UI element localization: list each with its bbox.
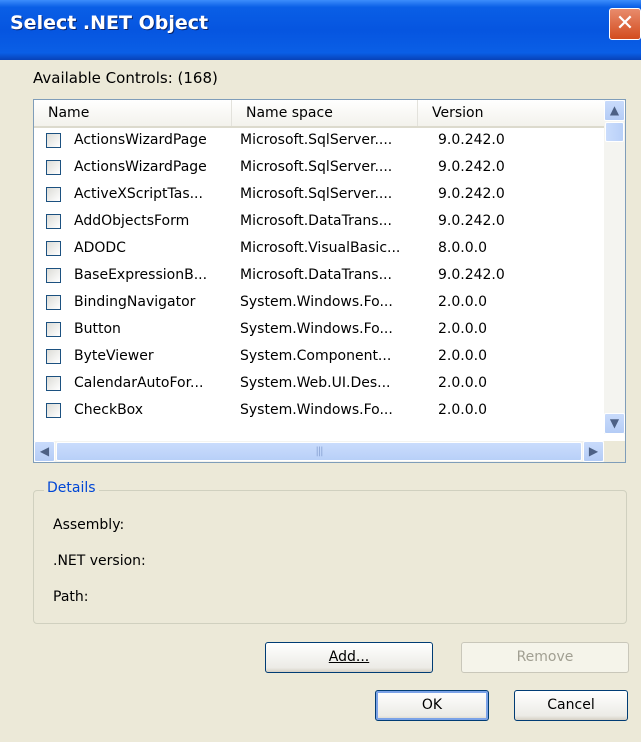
item-checkbox[interactable]: [46, 295, 61, 310]
list-item[interactable]: BindingNavigator System.Windows.Fo... 2.0.…: [34, 290, 604, 317]
item-checkbox[interactable]: [46, 349, 61, 364]
vertical-scrollbar[interactable]: ▲ ▼: [604, 100, 625, 434]
item-name: CalendarAutoFor...: [74, 375, 204, 391]
window-title: Select .NET Object: [10, 12, 209, 34]
ok-button[interactable]: OK: [375, 690, 489, 721]
item-checkbox[interactable]: [46, 187, 61, 202]
path-label: Path:: [53, 589, 89, 605]
item-checkbox[interactable]: [46, 403, 61, 418]
item-namespace: Microsoft.SqlServer....: [240, 159, 393, 175]
item-namespace: System.Windows.Fo...: [240, 402, 393, 418]
item-checkbox[interactable]: [46, 214, 61, 229]
close-icon: ✕: [615, 11, 635, 36]
item-checkbox[interactable]: [46, 376, 61, 391]
item-version: 9.0.242.0: [438, 267, 505, 283]
item-namespace: Microsoft.SqlServer....: [240, 186, 393, 202]
item-name: ADODC: [74, 240, 126, 256]
item-version: 2.0.0.0: [438, 375, 487, 391]
list-item[interactable]: ADODC Microsoft.VisualBasic... 8.0.0.0: [34, 236, 604, 263]
item-namespace: Microsoft.DataTrans...: [240, 267, 392, 283]
item-name: ActiveXScriptTas...: [74, 186, 203, 202]
cancel-button-label: Cancel: [547, 697, 595, 713]
item-checkbox[interactable]: [46, 322, 61, 337]
details-legend: Details: [44, 480, 99, 496]
column-header-version[interactable]: Version: [418, 100, 604, 126]
item-name: BindingNavigator: [74, 294, 196, 310]
ok-button-label: OK: [421, 697, 443, 713]
list-item[interactable]: CheckBox System.Windows.Fo... 2.0.0.0: [34, 398, 604, 425]
horizontal-scrollbar[interactable]: ◀ ||| ▶: [34, 441, 625, 462]
scroll-down-button[interactable]: ▼: [604, 413, 625, 434]
details-group: Details Assembly: .NET version: Path:: [33, 480, 627, 624]
item-version: 8.0.0.0: [438, 240, 487, 256]
item-name: ByteViewer: [74, 348, 154, 364]
item-name: Button: [74, 321, 121, 337]
net-version-label: .NET version:: [53, 553, 146, 569]
assembly-label: Assembly:: [53, 517, 125, 533]
scroll-up-button[interactable]: ▲: [604, 100, 625, 121]
item-version: 9.0.242.0: [438, 213, 505, 229]
item-version: 2.0.0.0: [438, 348, 487, 364]
list-rows: ActionsWizardPage Microsoft.SqlServer....…: [34, 128, 604, 425]
scroll-left-button[interactable]: ◀: [34, 441, 55, 462]
list-item[interactable]: AddObjectsForm Microsoft.DataTrans... 9.0.…: [34, 209, 604, 236]
item-checkbox[interactable]: [46, 133, 61, 148]
list-item[interactable]: ByteViewer System.Component... 2.0.0.0: [34, 344, 604, 371]
arrow-up-icon: ▲: [609, 103, 620, 117]
item-namespace: Microsoft.DataTrans...: [240, 213, 392, 229]
list-item[interactable]: CalendarAutoFor... System.Web.UI.Des... 2.…: [34, 371, 604, 398]
scrollbar-corner: [604, 441, 625, 462]
arrow-down-icon: ▼: [609, 416, 620, 430]
list-header: Name Name space Version: [34, 100, 604, 128]
horizontal-scroll-thumb[interactable]: |||: [56, 442, 582, 461]
item-version: 9.0.242.0: [438, 159, 505, 175]
item-version: 2.0.0.0: [438, 321, 487, 337]
add-button[interactable]: Add...: [265, 642, 433, 673]
item-name: AddObjectsForm: [74, 213, 190, 229]
available-controls-label: Available Controls: (168): [33, 69, 218, 87]
vertical-scroll-thumb[interactable]: [605, 122, 624, 142]
item-name: CheckBox: [74, 402, 144, 418]
item-namespace: Microsoft.VisualBasic...: [240, 240, 401, 256]
arrow-left-icon: ◀: [39, 444, 50, 458]
item-namespace: System.Windows.Fo...: [240, 294, 393, 310]
item-checkbox[interactable]: [46, 241, 61, 256]
item-checkbox[interactable]: [46, 268, 61, 283]
item-namespace: System.Web.UI.Des...: [240, 375, 391, 391]
list-item[interactable]: BaseExpressionB... Microsoft.DataTrans...…: [34, 263, 604, 290]
list-item[interactable]: ActionsWizardPage Microsoft.SqlServer....…: [34, 128, 604, 155]
item-name: BaseExpressionB...: [74, 267, 208, 283]
remove-button-label: Remove: [516, 649, 574, 665]
item-name: ActionsWizardPage: [74, 159, 207, 175]
list-item[interactable]: ActionsWizardPage Microsoft.SqlServer....…: [34, 155, 604, 182]
item-version: 9.0.242.0: [438, 132, 505, 148]
close-button[interactable]: ✕: [609, 8, 641, 40]
title-bar: Select .NET Object ✕: [0, 0, 641, 60]
controls-list[interactable]: Name Name space Version ActionsWizardPag…: [33, 99, 626, 463]
item-name: ActionsWizardPage: [74, 132, 207, 148]
cancel-button[interactable]: Cancel: [514, 690, 628, 721]
column-header-name[interactable]: Name: [34, 100, 232, 126]
add-button-label: Add...: [328, 649, 370, 665]
item-checkbox[interactable]: [46, 160, 61, 175]
item-version: 2.0.0.0: [438, 402, 487, 418]
list-item[interactable]: Button System.Windows.Fo... 2.0.0.0: [34, 317, 604, 344]
column-header-namespace[interactable]: Name space: [232, 100, 418, 126]
arrow-right-icon: ▶: [588, 444, 599, 458]
item-version: 9.0.242.0: [438, 186, 505, 202]
item-namespace: System.Component...: [240, 348, 392, 364]
list-item[interactable]: ActiveXScriptTas... Microsoft.SqlServer..…: [34, 182, 604, 209]
scroll-right-button[interactable]: ▶: [583, 441, 604, 462]
item-namespace: System.Windows.Fo...: [240, 321, 393, 337]
item-version: 2.0.0.0: [438, 294, 487, 310]
item-namespace: Microsoft.SqlServer....: [240, 132, 393, 148]
remove-button[interactable]: Remove: [461, 642, 629, 673]
